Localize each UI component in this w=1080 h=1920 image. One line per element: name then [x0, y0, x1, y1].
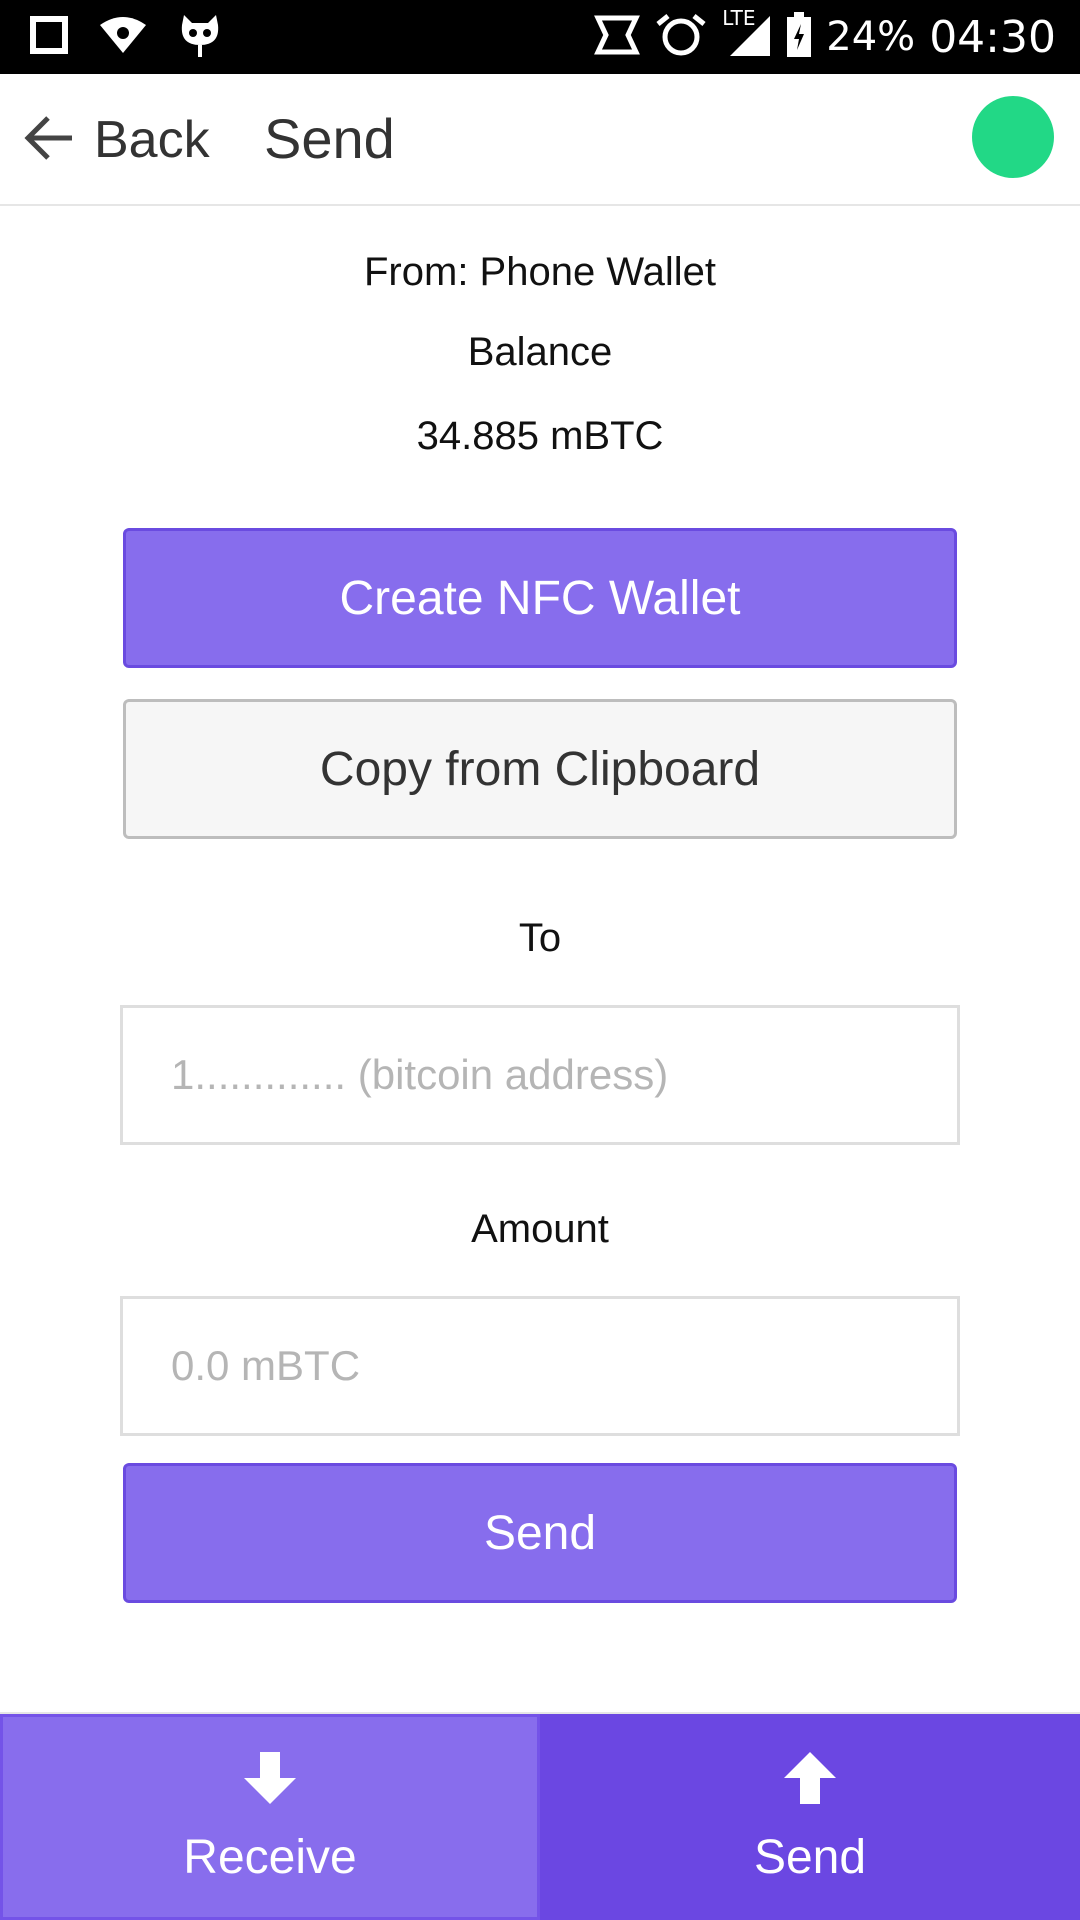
- notification-square-icon: [30, 15, 68, 59]
- cell-signal-icon: LTE: [722, 6, 772, 63]
- create-nfc-wallet-button[interactable]: Create NFC Wallet: [123, 528, 957, 668]
- cyanogen-mascot-icon: [178, 11, 222, 64]
- tab-receive-label: Receive: [183, 1830, 357, 1884]
- app-bar: Back Send: [0, 74, 1080, 206]
- connection-status-indicator: [972, 96, 1054, 178]
- amount-input[interactable]: [120, 1296, 960, 1436]
- arrow-down-icon: [242, 1750, 298, 1818]
- battery-percent: 24%: [826, 14, 916, 60]
- network-type-label: LTE: [722, 5, 756, 30]
- tab-receive[interactable]: Receive: [0, 1714, 540, 1920]
- page-title: Send: [264, 107, 395, 170]
- status-bar: LTE 24% 04:30: [0, 0, 1080, 74]
- copy-from-clipboard-button[interactable]: Copy from Clipboard: [123, 699, 957, 839]
- back-button[interactable]: Back: [22, 108, 210, 172]
- nfc-icon: [594, 12, 641, 63]
- to-label: To: [518, 916, 562, 960]
- arrow-up-icon: [782, 1750, 838, 1818]
- bottom-navigation: Receive Send: [0, 1712, 1080, 1920]
- alarm-icon: [654, 12, 708, 63]
- back-label: Back: [94, 111, 210, 169]
- clock: 04:30: [929, 11, 1056, 63]
- from-wallet-label: From: Phone Wallet: [364, 250, 716, 294]
- tab-send-label: Send: [753, 1830, 867, 1884]
- arrow-left-icon: [22, 111, 76, 170]
- tab-send[interactable]: Send: [540, 1714, 1080, 1920]
- battery-icon: [786, 11, 812, 63]
- wifi-icon: [98, 15, 148, 60]
- balance-label: Balance: [467, 330, 613, 374]
- send-button[interactable]: Send: [123, 1463, 957, 1603]
- balance-value: 34.885 mBTC: [416, 414, 664, 458]
- amount-label: Amount: [471, 1207, 609, 1251]
- bitcoin-address-input[interactable]: [120, 1005, 960, 1145]
